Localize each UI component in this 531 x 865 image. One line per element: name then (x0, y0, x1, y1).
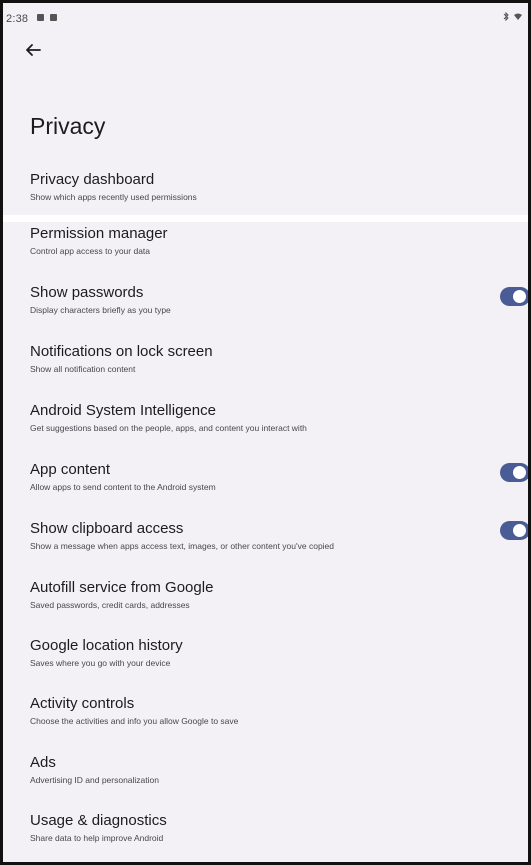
item-title: Notifications on lock screen (30, 343, 213, 360)
item-title: Android System Intelligence (30, 402, 216, 419)
item-subtitle: Saved passwords, credit cards, addresses (30, 600, 190, 610)
status-bar: 2:38 (3, 3, 528, 31)
item-title: Ads (30, 754, 56, 771)
item-subtitle: Allow apps to send content to the Androi… (30, 482, 216, 492)
notification-icon (50, 14, 58, 21)
autofill-service-item[interactable]: Autofill service from Google Saved passw… (30, 579, 500, 611)
system-icons (502, 11, 524, 25)
item-title: Activity controls (30, 695, 135, 712)
show-clipboard-access-item[interactable]: Show clipboard access Show a message whe… (30, 520, 500, 552)
back-button[interactable] (22, 39, 44, 61)
notification-icon (37, 14, 44, 21)
show-clipboard-access-toggle[interactable] (500, 521, 528, 540)
usage-diagnostics-item[interactable]: Usage & diagnostics Share data to help i… (30, 812, 500, 844)
android-system-intelligence-item[interactable]: Android System Intelligence Get suggesti… (30, 402, 500, 434)
privacy-dashboard-item[interactable]: Privacy dashboard Show which apps recent… (30, 171, 500, 203)
lock-screen-notifications-item[interactable]: Notifications on lock screen Show all no… (30, 343, 500, 375)
section-divider (3, 215, 528, 222)
bluetooth-wifi-icon (503, 11, 522, 22)
item-subtitle: Share data to help improve Android (30, 833, 164, 843)
item-title: Permission manager (30, 225, 168, 242)
item-subtitle: Show a message when apps access text, im… (30, 541, 335, 551)
item-subtitle: Get suggestions based on the people, app… (30, 423, 307, 433)
show-passwords-item[interactable]: Show passwords Display characters briefl… (30, 284, 500, 316)
item-subtitle: Show which apps recently used permission… (30, 192, 197, 202)
item-title: Privacy dashboard (30, 171, 155, 188)
item-subtitle: Control app access to your data (30, 246, 151, 256)
ads-item[interactable]: Ads Advertising ID and personalization (30, 754, 500, 786)
item-subtitle: Advertising ID and personalization (30, 775, 159, 785)
item-subtitle: Saves where you go with your device (30, 658, 171, 668)
item-title: Show passwords (30, 284, 144, 301)
item-title: Show clipboard access (30, 520, 184, 537)
app-content-toggle[interactable] (500, 463, 528, 482)
permission-manager-item[interactable]: Permission manager Control app access to… (30, 225, 500, 257)
item-subtitle: Show all notification content (30, 364, 136, 374)
item-title: App content (30, 461, 111, 478)
arrow-back-icon (26, 44, 41, 56)
app-content-item[interactable]: App content Allow apps to send content t… (30, 461, 500, 493)
page-title: Privacy (30, 113, 106, 139)
show-passwords-toggle[interactable] (500, 287, 528, 306)
toggle-knob (513, 466, 526, 479)
activity-controls-item[interactable]: Activity controls Choose the activities … (30, 695, 500, 727)
item-subtitle: Choose the activities and info you allow… (30, 716, 239, 726)
item-subtitle: Display characters briefly as you type (30, 305, 171, 315)
item-title: Usage & diagnostics (30, 812, 167, 829)
item-title: Autofill service from Google (30, 579, 214, 596)
status-time: 2:38 (6, 13, 29, 25)
toggle-knob (513, 290, 526, 303)
item-title: Google location history (30, 637, 183, 654)
screen-frame: 2:38 Privacy Privacy dashboard Show whic… (0, 0, 531, 865)
toggle-knob (513, 524, 526, 537)
google-location-history-item[interactable]: Google location history Saves where you … (30, 637, 500, 669)
notification-icons (34, 12, 58, 24)
